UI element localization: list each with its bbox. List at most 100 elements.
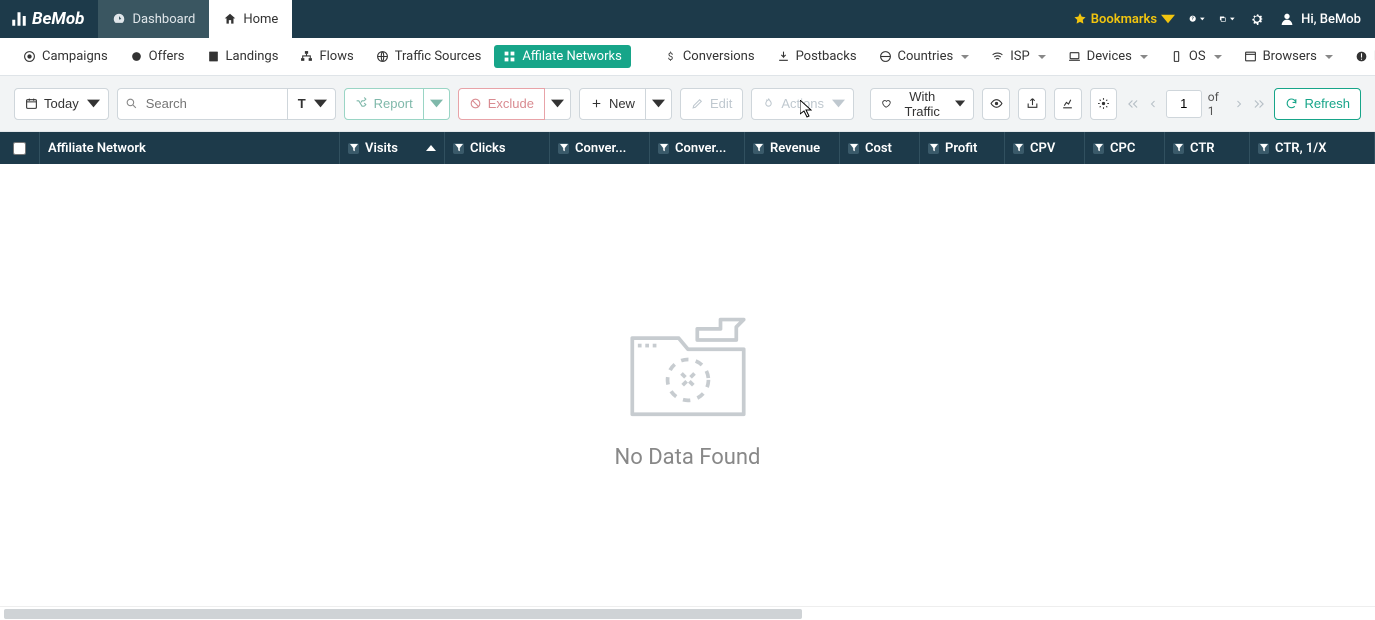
user-menu[interactable]: Hi, BeMob	[1279, 11, 1361, 27]
nav-landings[interactable]: Landings	[198, 45, 288, 68]
col-affiliate-network[interactable]: Affiliate Network	[40, 132, 340, 164]
report-group: Report	[344, 88, 450, 120]
dollar-icon: $	[664, 50, 677, 63]
col-conversion-rate[interactable]: Conver...	[650, 132, 745, 164]
filter-icon[interactable]	[928, 143, 939, 154]
chevron-down-icon	[87, 97, 100, 110]
search-icon	[125, 97, 138, 110]
filter-icon[interactable]	[1173, 143, 1184, 154]
user-icon	[1279, 11, 1295, 27]
nav-flows[interactable]: Flows	[291, 45, 362, 68]
nav-os[interactable]: OS	[1161, 45, 1231, 68]
new-button[interactable]: New	[579, 88, 646, 120]
page-prev-button[interactable]	[1146, 98, 1160, 110]
calendar-icon	[25, 97, 38, 110]
filter-icon[interactable]	[658, 143, 669, 154]
filter-icon[interactable]	[1013, 143, 1024, 154]
edit-button[interactable]: Edit	[680, 88, 743, 120]
badge-icon	[130, 50, 143, 63]
brand-text: BeMob	[32, 9, 84, 29]
col-cpc[interactable]: CPC	[1085, 132, 1165, 164]
download-icon	[777, 50, 790, 63]
tab-home[interactable]: Home	[209, 0, 292, 38]
filter-icon[interactable]	[1258, 143, 1269, 154]
nav-browsers[interactable]: Browsers	[1235, 45, 1342, 68]
scrollbar-thumb[interactable]	[4, 609, 802, 619]
report-caret-button[interactable]	[424, 88, 450, 120]
filter-icon[interactable]	[348, 143, 359, 154]
svg-text:$: $	[668, 52, 673, 63]
col-ctr[interactable]: CTR	[1165, 132, 1250, 164]
date-range-button[interactable]: Today	[14, 88, 109, 120]
col-profit[interactable]: Profit	[920, 132, 1005, 164]
col-visits[interactable]: Visits	[340, 132, 445, 164]
page-input[interactable]	[1166, 90, 1202, 118]
nav-devices[interactable]: Devices	[1059, 45, 1157, 68]
chart-button[interactable]	[1054, 88, 1082, 120]
filter-icon[interactable]	[453, 143, 464, 154]
col-conversions[interactable]: Conver...	[550, 132, 650, 164]
plus-icon	[590, 97, 603, 110]
tab-dashboard[interactable]: Dashboard	[98, 0, 209, 38]
columns-settings-button[interactable]	[1090, 88, 1118, 120]
filter-icon[interactable]	[848, 143, 859, 154]
bookmarks-menu[interactable]: Bookmarks	[1073, 12, 1175, 27]
sort-asc-icon	[426, 143, 436, 153]
nav-traffic-sources[interactable]: Traffic Sources	[367, 45, 491, 68]
chevron-down-icon	[955, 97, 965, 110]
new-caret-button[interactable]	[646, 88, 672, 120]
chevron-left-icon	[1147, 98, 1159, 110]
with-traffic-button[interactable]: With Traffic	[870, 88, 974, 120]
page-total-label: of 1	[1208, 90, 1226, 118]
col-cost[interactable]: Cost	[840, 132, 920, 164]
exclude-group: Exclude	[458, 88, 571, 120]
col-checkbox[interactable]	[0, 132, 40, 164]
filter-icon[interactable]	[1093, 143, 1104, 154]
nav-countries[interactable]: Countries	[870, 45, 979, 68]
share-icon	[1026, 97, 1039, 110]
nav-offers[interactable]: Offers	[121, 45, 194, 68]
alert-icon	[1355, 50, 1368, 63]
col-cpv[interactable]: CPV	[1005, 132, 1085, 164]
nav-campaigns[interactable]: Campaigns	[14, 45, 117, 68]
nav-errors[interactable]: Errors	[1346, 45, 1375, 68]
gear-icon	[1097, 97, 1110, 110]
eye-icon	[990, 97, 1003, 110]
exclude-button[interactable]: Exclude	[458, 88, 545, 120]
col-clicks[interactable]: Clicks	[445, 132, 550, 164]
select-all-checkbox[interactable]	[13, 142, 26, 155]
empty-folder-icon	[613, 301, 763, 431]
page-first-button[interactable]	[1125, 97, 1139, 111]
visibility-button[interactable]	[982, 88, 1010, 120]
nav-postbacks[interactable]: Postbacks	[768, 45, 866, 68]
settings-button[interactable]	[1249, 11, 1265, 27]
filter-icon[interactable]	[753, 143, 764, 154]
report-button[interactable]: Report	[344, 88, 424, 120]
chevron-down-icon	[1230, 14, 1235, 24]
chevron-down-icon	[832, 97, 845, 110]
filter-icon[interactable]	[558, 143, 569, 154]
page-icon	[207, 50, 220, 63]
col-revenue[interactable]: Revenue	[745, 132, 840, 164]
globe-icon	[879, 50, 892, 63]
nav-affiliate-networks[interactable]: Affilate Networks	[494, 45, 631, 68]
refresh-button[interactable]: Refresh	[1274, 88, 1361, 120]
nav-conversions[interactable]: $ Conversions	[655, 45, 764, 68]
search-type-button[interactable]: T	[287, 88, 336, 120]
export-button[interactable]	[1018, 88, 1046, 120]
horizontal-scrollbar[interactable]	[0, 606, 1375, 620]
page-next-button[interactable]	[1232, 98, 1246, 110]
nav-isp[interactable]: ISP	[982, 45, 1054, 68]
col-ctr-1x[interactable]: CTR, 1/X	[1250, 132, 1375, 164]
brand-logo[interactable]: BeMob	[0, 9, 98, 29]
actions-button[interactable]: Actions	[751, 88, 854, 120]
exclude-caret-button[interactable]	[545, 88, 571, 120]
mobile-icon	[1170, 50, 1183, 63]
chevrons-right-icon	[1252, 97, 1266, 111]
windows-menu[interactable]	[1219, 11, 1235, 27]
globe-icon	[376, 50, 389, 63]
page-last-button[interactable]	[1252, 97, 1266, 111]
new-group: New	[579, 88, 672, 120]
help-menu[interactable]: ?	[1189, 11, 1205, 27]
search-input[interactable]	[117, 88, 287, 120]
